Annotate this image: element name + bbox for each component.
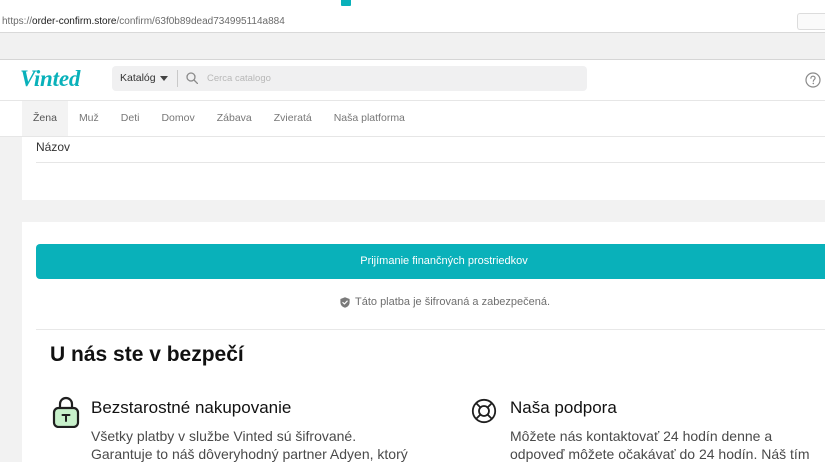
address-bar-action-button[interactable] — [797, 13, 825, 30]
bookmarks-bar — [0, 33, 825, 60]
lock-icon — [52, 396, 80, 428]
browser-tab-strip — [0, 0, 825, 12]
nav-item-zena[interactable]: Žena — [22, 101, 68, 136]
help-icon[interactable] — [805, 72, 821, 88]
title-field[interactable]: Názov — [36, 139, 825, 163]
address-bar[interactable]: https://order-confirm.store/confirm/63f0… — [0, 12, 825, 33]
nav-item-muz[interactable]: Muž — [68, 101, 110, 136]
nav-item-nasa-platforma[interactable]: Naša platforma — [323, 101, 416, 136]
catalog-label: Katalóg — [120, 72, 156, 84]
vinted-logo[interactable]: Vinted — [20, 66, 80, 92]
feature-text-line: Môžete nás kontaktovať 24 hodín denne a — [510, 428, 773, 444]
feature-text-support: Môžete nás kontaktovať 24 hodín denne a … — [510, 427, 825, 462]
safety-heading: U nás ste v bezpečí — [50, 343, 244, 366]
url-host: order-confirm.store — [32, 16, 117, 27]
secure-payment-text: Táto platba je šifrovaná a zabezpečená. — [355, 296, 551, 308]
url-path: /confirm/63f0b89dead734995114a884 — [116, 16, 285, 27]
search-icon — [186, 72, 198, 84]
search-divider — [177, 70, 178, 87]
feature-text-line: odpoveď môžete očakávať do 24 hodín. Náš… — [510, 446, 810, 462]
lifebuoy-icon — [471, 398, 497, 424]
nav-item-zvierata[interactable]: Zvieratá — [263, 101, 323, 136]
catalog-dropdown[interactable]: Katalóg — [120, 66, 168, 91]
category-nav: Žena Muž Deti Domov Zábava Zvieratá Naša… — [0, 101, 825, 137]
title-field-underline — [36, 162, 825, 163]
site-favicon-icon — [341, 0, 351, 6]
feature-text-line: Všetky platby v službe Vinted sú šifrova… — [91, 428, 357, 444]
order-details-card: Názov — [22, 137, 825, 200]
shield-check-icon — [340, 296, 350, 308]
search-bar: Katalóg — [112, 66, 587, 91]
nav-item-deti[interactable]: Deti — [110, 101, 151, 136]
feature-title-support: Naša podpora — [510, 398, 617, 417]
chevron-down-icon — [159, 76, 168, 81]
checkout-main: Názov Prijímanie finančných prostriedkov… — [0, 137, 825, 462]
nav-item-domov[interactable]: Domov — [150, 101, 205, 136]
feature-text-shopping: Všetky platby v službe Vinted sú šifrova… — [91, 427, 451, 462]
receive-funds-button[interactable]: Prijímanie finančných prostriedkov — [36, 244, 825, 279]
nav-item-zabava[interactable]: Zábava — [206, 101, 263, 136]
secure-payment-note: Táto platba je šifrovaná a zabezpečená. — [340, 295, 550, 309]
feature-title-shopping: Bezstarostné nakupovanie — [91, 398, 292, 417]
category-nav-list: Žena Muž Deti Domov Zábava Zvieratá Naša… — [22, 101, 416, 136]
feature-text-line: Garantuje to náš dôveryhodný partner Ady… — [91, 446, 408, 462]
title-field-label: Názov — [36, 140, 71, 154]
search-input[interactable] — [207, 66, 577, 91]
url-scheme: https:// — [2, 16, 33, 27]
section-divider — [36, 329, 825, 330]
site-header: Vinted Katalóg — [0, 60, 825, 101]
payment-card: Prijímanie finančných prostriedkov Táto … — [22, 222, 825, 462]
